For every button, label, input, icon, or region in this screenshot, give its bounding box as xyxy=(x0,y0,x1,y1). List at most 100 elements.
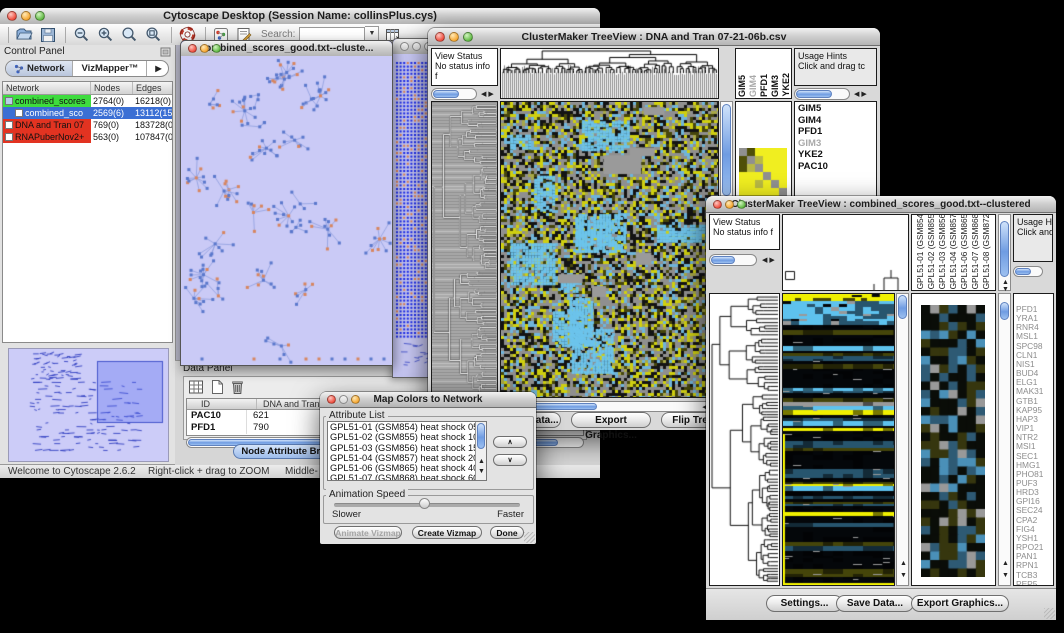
row-dendrogram[interactable] xyxy=(710,294,779,585)
scroll-arrows[interactable]: ◀ ▶ xyxy=(854,91,867,98)
zoom-vscrollbar[interactable]: ▲ ▼ xyxy=(998,293,1011,586)
treeview-dna-titlebar[interactable]: ClusterMaker TreeView : DNA and Tran 07-… xyxy=(428,28,880,46)
minimize-button[interactable] xyxy=(449,32,459,42)
slider-thumb[interactable] xyxy=(419,498,430,509)
close-button[interactable] xyxy=(327,395,336,404)
view-status-scrollbar[interactable] xyxy=(709,254,757,266)
zoom-button[interactable] xyxy=(737,200,746,209)
column-label[interactable]: GPL51-02 (GSM855) xyxy=(926,214,936,289)
row-label[interactable]: PAC10 xyxy=(795,161,876,173)
list-vscrollbar[interactable]: ▲ ▼ xyxy=(475,422,486,480)
zoom-selected-icon[interactable] xyxy=(121,26,138,43)
scroll-thumb[interactable] xyxy=(796,90,832,98)
heatmap-canvas[interactable] xyxy=(783,294,894,585)
column-dendrogram[interactable] xyxy=(783,215,908,290)
attribute-list[interactable]: GPL51-01 (GSM854) heat shock 05 minGPL51… xyxy=(327,421,487,481)
attribute-list-item[interactable]: GPL51-02 (GSM855) heat shock 10 min xyxy=(328,432,486,442)
save-data-button[interactable]: Save Data... xyxy=(836,595,914,612)
tab-network[interactable]: Network xyxy=(6,61,73,76)
close-button[interactable] xyxy=(435,32,445,42)
row-label[interactable]: PFD1 xyxy=(795,126,876,138)
done-button[interactable]: Done xyxy=(490,526,524,539)
row-dendrogram[interactable] xyxy=(432,102,497,397)
attribute-list-item[interactable]: GPL51-01 (GSM854) heat shock 05 min xyxy=(328,422,486,432)
attribute-select-icon[interactable] xyxy=(188,379,205,395)
open-file-icon[interactable] xyxy=(16,26,33,43)
zoom-fit-icon[interactable] xyxy=(145,26,162,43)
column-label[interactable]: GPL51-06 (GSM865) xyxy=(959,214,969,289)
zoom-out-icon[interactable] xyxy=(73,26,90,43)
close-button[interactable] xyxy=(713,200,722,209)
row-label[interactable]: GIM4 xyxy=(795,115,876,127)
network-list-header[interactable]: Network Nodes Edges xyxy=(3,82,172,95)
save-icon[interactable] xyxy=(40,27,56,43)
column-label[interactable]: GIM5 xyxy=(737,75,747,97)
minimize-button[interactable] xyxy=(339,395,348,404)
network-list-row[interactable]: RNAPuberNov2+ 563(0) 107847(0) xyxy=(3,131,172,143)
close-button[interactable] xyxy=(188,44,197,53)
main-titlebar[interactable]: Cytoscape Desktop (Session Name: collins… xyxy=(0,8,600,25)
export-graphics-button[interactable]: Export Graphics... xyxy=(911,595,1009,612)
correlation-matrix[interactable] xyxy=(739,148,787,196)
attribute-list-item[interactable]: GPL51-03 (GSM856) heat shock 15 min xyxy=(328,443,486,453)
zoom-in-icon[interactable] xyxy=(97,26,114,43)
scroll-arrows[interactable]: ◀ ▶ xyxy=(762,257,775,264)
close-button[interactable] xyxy=(7,11,17,21)
scroll-thumb[interactable] xyxy=(1000,302,1009,320)
float-panel-icon[interactable] xyxy=(160,47,171,57)
tab-vizmapper[interactable]: VizMapper™ xyxy=(73,61,147,76)
column-label[interactable]: GPL51-03 (GSM856) xyxy=(937,214,947,289)
close-button[interactable] xyxy=(400,42,409,51)
lattice-window-titlebar[interactable] xyxy=(393,39,431,55)
network-window-titlebar[interactable]: combined_scores_good.txt--cluste... xyxy=(181,41,392,57)
column-label[interactable]: GIM4 xyxy=(748,75,758,97)
delete-attribute-icon[interactable] xyxy=(230,379,245,395)
network-canvas[interactable] xyxy=(181,56,392,365)
minimize-button[interactable] xyxy=(412,42,421,51)
resize-grip[interactable] xyxy=(524,532,535,543)
scroll-thumb[interactable] xyxy=(1000,221,1009,277)
column-label[interactable]: YKE2 xyxy=(781,73,791,97)
scroll-arrows[interactable]: ◀ ▶ xyxy=(481,91,494,98)
minimize-button[interactable] xyxy=(200,44,209,53)
column-label[interactable]: PFD1 xyxy=(759,74,769,97)
upper-vscrollbar[interactable]: ▲ ▼ xyxy=(998,214,1011,291)
scroll-thumb[interactable] xyxy=(433,90,459,98)
birdseye-overview[interactable] xyxy=(8,348,169,462)
zoom-button[interactable] xyxy=(351,395,360,404)
create-vizmap-button[interactable]: Create Vizmap xyxy=(412,526,482,539)
attribute-list-item[interactable]: GPL51-04 (GSM857) heat shock 20 min xyxy=(328,453,486,463)
row-label[interactable]: GIM3 xyxy=(795,138,876,150)
usage-hints-scrollbar[interactable] xyxy=(794,88,850,100)
move-down-button[interactable]: ∨ xyxy=(493,454,527,466)
attribute-list-item[interactable]: GPL51-07 (GSM868) heat shock 60 min xyxy=(328,473,486,481)
row-label[interactable]: GIM5 xyxy=(795,103,876,115)
network-list-row[interactable]: combined_sco 2569(6) 13112(15) xyxy=(3,107,172,119)
move-up-button[interactable]: ∧ xyxy=(493,436,527,448)
column-label[interactable]: GIM3 xyxy=(770,75,780,97)
resize-grip[interactable] xyxy=(1044,608,1055,619)
minimize-button[interactable] xyxy=(725,200,734,209)
network-list-row[interactable]: combined_scores 2764(0) 16218(0) xyxy=(3,95,172,107)
treeview-combined-titlebar[interactable]: ClusterMaker TreeView : combined_scores_… xyxy=(706,196,1056,213)
scroll-thumb[interactable] xyxy=(898,295,907,319)
row-label[interactable]: YKE2 xyxy=(795,149,876,161)
heatmap-canvas[interactable] xyxy=(501,102,718,397)
view-status-scrollbar[interactable] xyxy=(431,88,477,100)
column-label[interactable]: GPL51-07 (GSM868) xyxy=(970,214,980,289)
dialog-titlebar[interactable]: Map Colors to Network xyxy=(320,392,536,408)
gene-label[interactable]: PEP5 xyxy=(1014,580,1053,586)
scroll-thumb[interactable] xyxy=(477,423,485,449)
settings-button[interactable]: Settings... xyxy=(766,595,843,612)
scroll-thumb[interactable] xyxy=(1015,268,1031,275)
animate-vizmap-button[interactable]: Animate Vizmap xyxy=(334,526,402,539)
zoom-button[interactable] xyxy=(463,32,473,42)
heatmap-vscrollbar[interactable]: ▲ ▼ xyxy=(896,293,909,586)
network-list-row[interactable]: DNA and Tran 07 769(0) 183728(0) xyxy=(3,119,172,131)
scroll-thumb[interactable] xyxy=(711,256,735,264)
usage-hints-scrollbar[interactable] xyxy=(1013,266,1043,277)
export-graphics-button[interactable]: Export Graphics... xyxy=(571,412,651,428)
zoom-button[interactable] xyxy=(212,44,221,53)
column-dendrogram[interactable] xyxy=(501,49,718,98)
zoom-button[interactable] xyxy=(35,11,45,21)
